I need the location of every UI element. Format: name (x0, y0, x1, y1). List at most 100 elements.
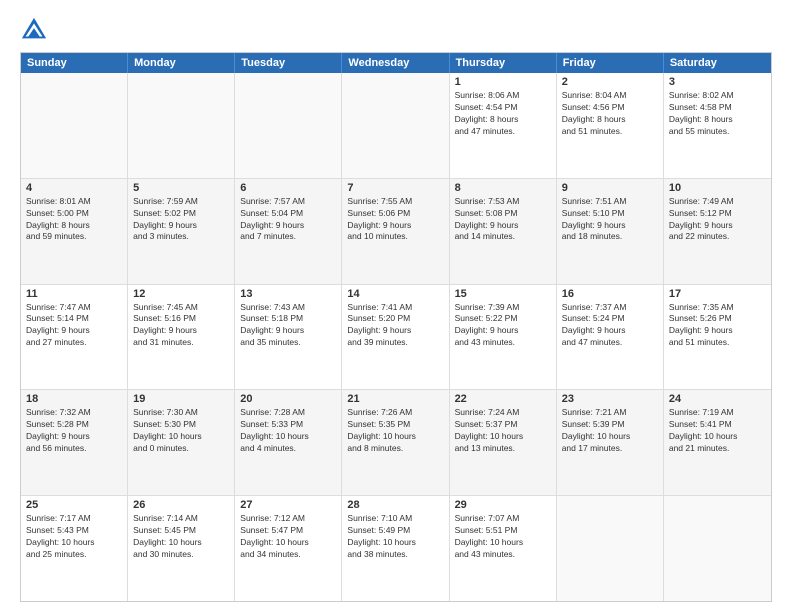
cell-details: Sunrise: 7:49 AM Sunset: 5:12 PM Dayligh… (669, 196, 766, 244)
cell-details: Sunrise: 7:07 AM Sunset: 5:51 PM Dayligh… (455, 513, 551, 561)
cell-details: Sunrise: 7:12 AM Sunset: 5:47 PM Dayligh… (240, 513, 336, 561)
calendar-cell (664, 496, 771, 601)
calendar-cell: 25Sunrise: 7:17 AM Sunset: 5:43 PM Dayli… (21, 496, 128, 601)
logo (20, 16, 52, 44)
cell-details: Sunrise: 7:14 AM Sunset: 5:45 PM Dayligh… (133, 513, 229, 561)
calendar-row-2: 11 Sunrise: 7:47 AM Sunset: 5:14 PM Dayli… (21, 285, 771, 391)
day-number: 7 (347, 182, 443, 194)
cell-details: Sunrise: 7:51 AM Sunset: 5:10 PM Dayligh… (562, 196, 658, 244)
header-day-thursday: Thursday (450, 53, 557, 73)
calendar-cell: 7 Sunrise: 7:55 AM Sunset: 5:06 PM Daylig… (342, 179, 449, 284)
calendar-cell: 8 Sunrise: 7:53 AM Sunset: 5:08 PM Daylig… (450, 179, 557, 284)
calendar: SundayMondayTuesdayWednesdayThursdayFrid… (20, 52, 772, 602)
day-number: 3 (669, 76, 766, 88)
calendar-cell: 22 Sunrise: 7:24 AM Sunset: 5:37 PM Dayli… (450, 390, 557, 495)
calendar-cell: 27 Sunrise: 7:12 AM Sunset: 5:47 PM Dayli… (235, 496, 342, 601)
cell-details: Sunrise: 7:55 AM Sunset: 5:06 PM Dayligh… (347, 196, 443, 244)
cell-details: Sunrise: 7:37 AM Sunset: 5:24 PM Dayligh… (562, 302, 658, 350)
calendar-cell: 5Sunrise: 7:59 AM Sunset: 5:02 PM Daylig… (128, 179, 235, 284)
calendar-cell: 4 Sunrise: 8:01 AM Sunset: 5:00 PM Daylig… (21, 179, 128, 284)
day-number: 9 (562, 182, 658, 194)
calendar-header: SundayMondayTuesdayWednesdayThursdayFrid… (21, 53, 771, 73)
calendar-cell (342, 73, 449, 178)
cell-details: Sunrise: 7:47 AM Sunset: 5:14 PM Dayligh… (26, 302, 122, 350)
header-day-wednesday: Wednesday (342, 53, 449, 73)
calendar-cell: 16 Sunrise: 7:37 AM Sunset: 5:24 PM Dayli… (557, 285, 664, 390)
day-number: 10 (669, 182, 766, 194)
day-number: 27 (240, 499, 336, 511)
cell-details: Sunrise: 7:53 AM Sunset: 5:08 PM Dayligh… (455, 196, 551, 244)
cell-details: Sunrise: 8:04 AM Sunset: 4:56 PM Dayligh… (562, 90, 658, 138)
cell-details: Sunrise: 8:01 AM Sunset: 5:00 PM Dayligh… (26, 196, 122, 244)
cell-details: Sunrise: 7:26 AM Sunset: 5:35 PM Dayligh… (347, 407, 443, 455)
cell-details: Sunrise: 7:45 AM Sunset: 5:16 PM Dayligh… (133, 302, 229, 350)
cell-details: Sunrise: 7:28 AM Sunset: 5:33 PM Dayligh… (240, 407, 336, 455)
calendar-cell: 1 Sunrise: 8:06 AM Sunset: 4:54 PM Daylig… (450, 73, 557, 178)
day-number: 23 (562, 393, 658, 405)
day-number: 20 (240, 393, 336, 405)
calendar-cell: 23 Sunrise: 7:21 AM Sunset: 5:39 PM Dayli… (557, 390, 664, 495)
calendar-cell (21, 73, 128, 178)
calendar-cell: 14Sunrise: 7:41 AM Sunset: 5:20 PM Dayli… (342, 285, 449, 390)
calendar-row-4: 25Sunrise: 7:17 AM Sunset: 5:43 PM Dayli… (21, 496, 771, 601)
cell-details: Sunrise: 8:06 AM Sunset: 4:54 PM Dayligh… (455, 90, 551, 138)
calendar-cell: 18 Sunrise: 7:32 AM Sunset: 5:28 PM Dayli… (21, 390, 128, 495)
day-number: 18 (26, 393, 122, 405)
day-number: 24 (669, 393, 766, 405)
header-day-monday: Monday (128, 53, 235, 73)
calendar-cell: 24 Sunrise: 7:19 AM Sunset: 5:41 PM Dayli… (664, 390, 771, 495)
calendar-cell (128, 73, 235, 178)
cell-details: Sunrise: 7:41 AM Sunset: 5:20 PM Dayligh… (347, 302, 443, 350)
calendar-cell: 20 Sunrise: 7:28 AM Sunset: 5:33 PM Dayli… (235, 390, 342, 495)
day-number: 6 (240, 182, 336, 194)
calendar-cell (235, 73, 342, 178)
day-number: 25 (26, 499, 122, 511)
day-number: 11 (26, 288, 122, 300)
day-number: 15 (455, 288, 551, 300)
header-day-friday: Friday (557, 53, 664, 73)
header-day-sunday: Sunday (21, 53, 128, 73)
cell-details: Sunrise: 7:59 AM Sunset: 5:02 PM Dayligh… (133, 196, 229, 244)
day-number: 16 (562, 288, 658, 300)
calendar-cell: 11 Sunrise: 7:47 AM Sunset: 5:14 PM Dayli… (21, 285, 128, 390)
cell-details: Sunrise: 7:43 AM Sunset: 5:18 PM Dayligh… (240, 302, 336, 350)
cell-details: Sunrise: 7:24 AM Sunset: 5:37 PM Dayligh… (455, 407, 551, 455)
day-number: 12 (133, 288, 229, 300)
day-number: 13 (240, 288, 336, 300)
cell-details: Sunrise: 7:19 AM Sunset: 5:41 PM Dayligh… (669, 407, 766, 455)
cell-details: Sunrise: 8:02 AM Sunset: 4:58 PM Dayligh… (669, 90, 766, 138)
header-day-tuesday: Tuesday (235, 53, 342, 73)
cell-details: Sunrise: 7:21 AM Sunset: 5:39 PM Dayligh… (562, 407, 658, 455)
calendar-cell: 12 Sunrise: 7:45 AM Sunset: 5:16 PM Dayli… (128, 285, 235, 390)
calendar-cell: 15 Sunrise: 7:39 AM Sunset: 5:22 PM Dayli… (450, 285, 557, 390)
logo-icon (20, 16, 48, 44)
header-day-saturday: Saturday (664, 53, 771, 73)
page: SundayMondayTuesdayWednesdayThursdayFrid… (0, 0, 792, 612)
day-number: 4 (26, 182, 122, 194)
cell-details: Sunrise: 7:30 AM Sunset: 5:30 PM Dayligh… (133, 407, 229, 455)
header (20, 16, 772, 44)
day-number: 28 (347, 499, 443, 511)
day-number: 26 (133, 499, 229, 511)
calendar-body: 1 Sunrise: 8:06 AM Sunset: 4:54 PM Daylig… (21, 73, 771, 601)
cell-details: Sunrise: 7:10 AM Sunset: 5:49 PM Dayligh… (347, 513, 443, 561)
cell-details: Sunrise: 7:39 AM Sunset: 5:22 PM Dayligh… (455, 302, 551, 350)
calendar-row-3: 18 Sunrise: 7:32 AM Sunset: 5:28 PM Dayli… (21, 390, 771, 496)
calendar-cell: 13 Sunrise: 7:43 AM Sunset: 5:18 PM Dayli… (235, 285, 342, 390)
calendar-cell: 2Sunrise: 8:04 AM Sunset: 4:56 PM Daylig… (557, 73, 664, 178)
calendar-cell: 17Sunrise: 7:35 AM Sunset: 5:26 PM Dayli… (664, 285, 771, 390)
calendar-cell: 19 Sunrise: 7:30 AM Sunset: 5:30 PM Dayli… (128, 390, 235, 495)
day-number: 19 (133, 393, 229, 405)
calendar-row-1: 4 Sunrise: 8:01 AM Sunset: 5:00 PM Daylig… (21, 179, 771, 285)
calendar-cell: 21Sunrise: 7:26 AM Sunset: 5:35 PM Dayli… (342, 390, 449, 495)
day-number: 22 (455, 393, 551, 405)
day-number: 29 (455, 499, 551, 511)
day-number: 1 (455, 76, 551, 88)
cell-details: Sunrise: 7:32 AM Sunset: 5:28 PM Dayligh… (26, 407, 122, 455)
cell-details: Sunrise: 7:57 AM Sunset: 5:04 PM Dayligh… (240, 196, 336, 244)
calendar-cell: 9 Sunrise: 7:51 AM Sunset: 5:10 PM Daylig… (557, 179, 664, 284)
cell-details: Sunrise: 7:35 AM Sunset: 5:26 PM Dayligh… (669, 302, 766, 350)
calendar-cell: 3 Sunrise: 8:02 AM Sunset: 4:58 PM Daylig… (664, 73, 771, 178)
calendar-cell: 28 Sunrise: 7:10 AM Sunset: 5:49 PM Dayli… (342, 496, 449, 601)
day-number: 8 (455, 182, 551, 194)
